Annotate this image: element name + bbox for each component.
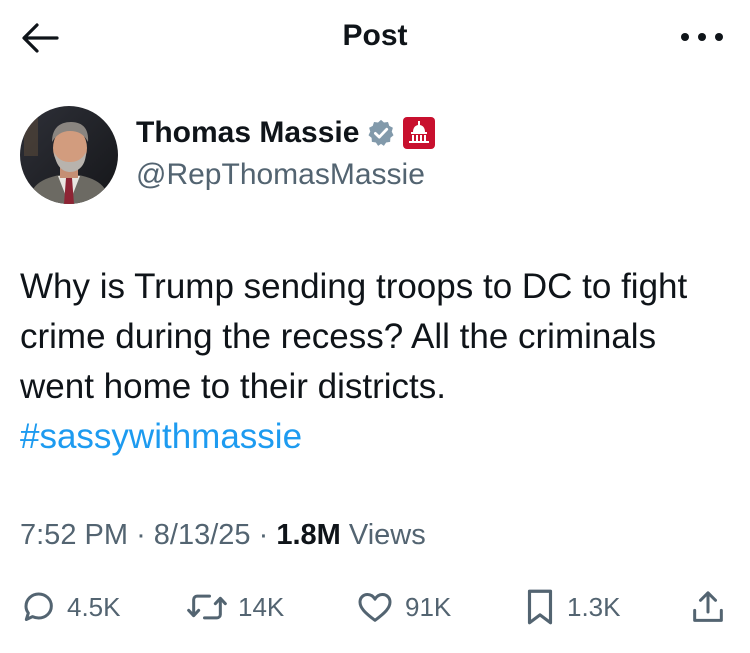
author-handle[interactable]: @RepThomasMassie xyxy=(136,156,435,194)
tweet-text: Why is Trump sending troops to DC to fig… xyxy=(20,267,688,406)
meta-separator: · xyxy=(136,519,146,551)
repost-button[interactable]: 14K xyxy=(185,583,284,631)
reply-button[interactable]: 4.5K xyxy=(18,583,121,631)
author-info: Thomas Massie @RepThomasMassie xyxy=(136,114,436,194)
reply-count: 4.5K xyxy=(67,592,121,622)
share-button[interactable] xyxy=(688,583,728,631)
repost-count: 14K xyxy=(238,592,285,622)
repost-icon xyxy=(187,594,227,620)
tweet-body: Why is Trump sending troops to DC to fig… xyxy=(20,262,732,462)
more-horizontal-icon xyxy=(681,33,723,41)
like-button[interactable]: 91K xyxy=(354,583,451,631)
top-bar: Post xyxy=(0,0,750,72)
like-count: 91K xyxy=(405,592,452,622)
tweet-meta: 7:52 PM · 8/13/25 · 1.8M Views xyxy=(20,515,426,555)
views-label: Views xyxy=(348,519,426,551)
us-capitol-icon[interactable] xyxy=(403,117,436,149)
author-name[interactable]: Thomas Massie xyxy=(136,114,359,152)
reply-icon xyxy=(24,592,53,621)
avatar[interactable] xyxy=(20,106,118,204)
hashtag-link[interactable]: #sassywithmassie xyxy=(20,412,302,462)
verified-badge-icon[interactable] xyxy=(366,118,396,148)
bookmark-count: 1.3K xyxy=(567,592,621,622)
more-options-button[interactable] xyxy=(676,22,728,52)
heart-icon xyxy=(358,593,392,622)
views-count: 1.8M xyxy=(276,519,341,551)
share-icon xyxy=(693,591,723,622)
tweet-date[interactable]: 8/13/25 xyxy=(154,519,251,551)
action-bar: 4.5K 14K 91K 1.3K xyxy=(0,583,750,631)
meta-separator: · xyxy=(258,519,269,551)
tweet-time[interactable]: 7:52 PM xyxy=(20,519,128,551)
page-title: Post xyxy=(342,19,408,52)
avatar-image xyxy=(20,106,118,204)
bookmark-button[interactable]: 1.3K xyxy=(522,583,621,631)
bookmark-icon xyxy=(527,589,553,625)
author-name-row: Thomas Massie xyxy=(136,114,436,152)
